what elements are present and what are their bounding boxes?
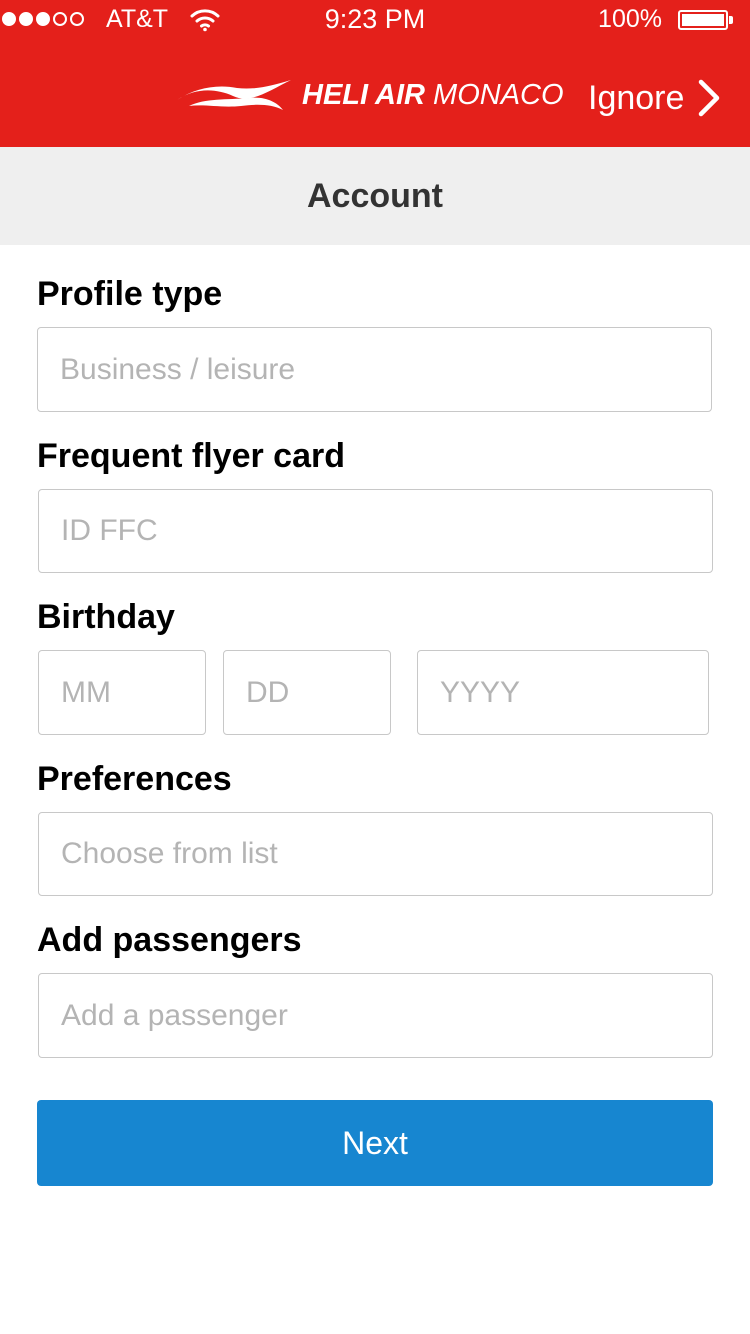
add-passenger-input[interactable] [38,973,713,1058]
status-bar: AT&T 9:23 PM 100% [0,0,750,40]
title-bar: Account [0,147,750,245]
brand-name-light: MONACO [433,79,564,111]
frequent-flyer-label: Frequent flyer card [37,437,345,475]
preferences-label: Preferences [37,760,232,798]
birthday-day-input[interactable] [223,650,391,735]
next-button[interactable]: Next [37,1100,713,1186]
ignore-button[interactable]: Ignore [588,75,720,121]
page-title: Account [307,176,443,215]
ignore-label: Ignore [588,78,685,117]
profile-type-label: Profile type [37,275,223,313]
frequent-flyer-input[interactable] [38,489,713,573]
app-header: AT&T 9:23 PM 100% HELI AIR MONACO Ignore [0,0,750,147]
birthday-year-input[interactable] [417,650,709,735]
birthday-month-input[interactable] [38,650,206,735]
battery-icon [678,10,728,30]
chevron-right-icon [698,79,720,117]
passengers-label: Add passengers [37,921,302,959]
battery-percent: 100% [598,5,662,33]
birthday-label: Birthday [37,598,175,636]
brand-name-strong: HELI AIR [302,79,425,111]
brand-name: HELI AIR MONACO [302,79,564,112]
preferences-input[interactable] [38,812,713,896]
profile-type-input[interactable] [37,327,712,412]
heli-air-logo [175,74,295,118]
